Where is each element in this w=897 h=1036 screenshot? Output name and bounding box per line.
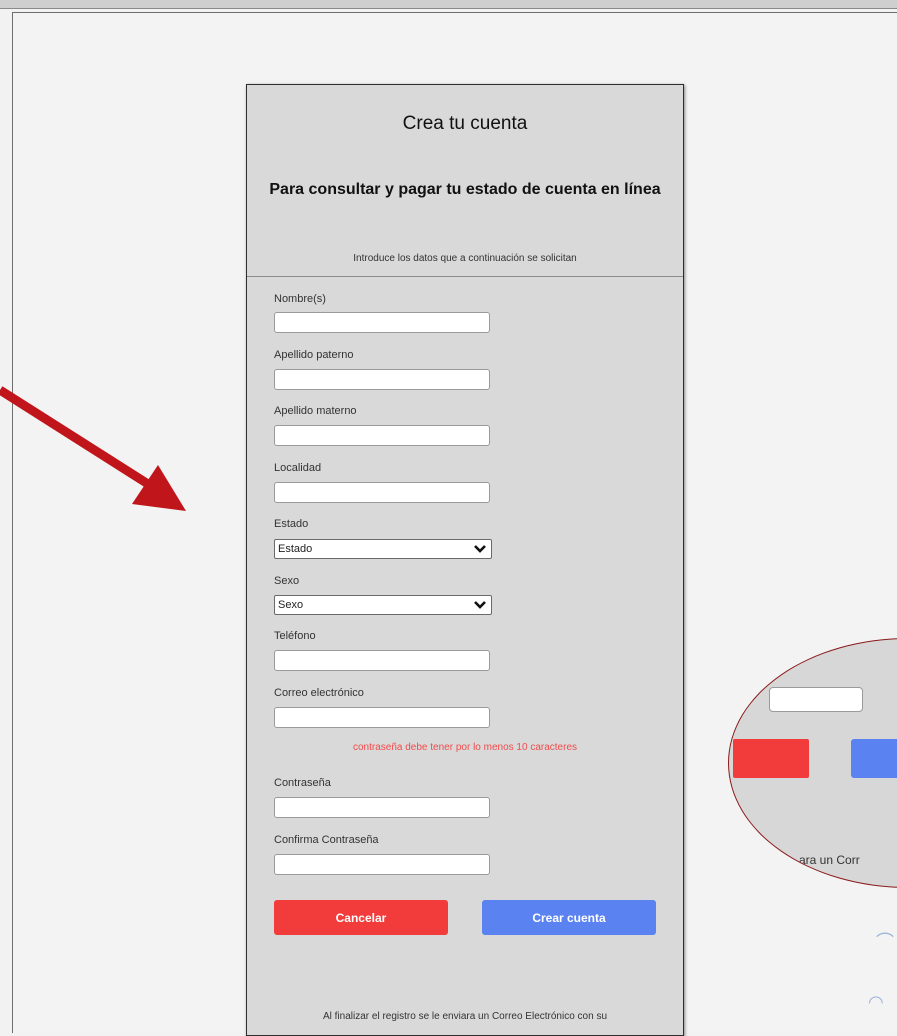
signup-card: Crea tu cuenta Para consultar y pagar tu… [246, 84, 684, 1036]
divider [247, 276, 683, 277]
browser-top-edge [0, 0, 897, 9]
first-name-label: Nombre(s) [274, 293, 326, 305]
state-select[interactable]: Estado [274, 539, 492, 559]
email-label: Correo electrónico [274, 687, 364, 699]
state-select-value: Estado [278, 543, 313, 555]
zoom-create-button [851, 739, 897, 778]
chevron-down-icon [474, 545, 486, 553]
password-input[interactable] [274, 797, 490, 818]
paternal-surname-label: Apellido paterno [274, 349, 354, 361]
zoom-cancel-button [733, 739, 809, 778]
phone-label: Teléfono [274, 630, 316, 642]
locality-input[interactable] [274, 482, 490, 503]
locality-label: Localidad [274, 462, 322, 474]
first-name-input[interactable] [274, 312, 490, 333]
sex-select-value: Sexo [278, 599, 304, 611]
maternal-surname-label: Apellido materno [274, 405, 357, 417]
zoom-callout: ara un Corr [728, 638, 897, 888]
password-label: Contraseña [274, 777, 331, 789]
chevron-down-icon [474, 601, 486, 609]
state-label: Estado [274, 518, 309, 530]
background-decoration-icon: ◠ [868, 992, 884, 1012]
zoom-input-field [769, 687, 863, 712]
create-account-button[interactable]: Crear cuenta [482, 900, 656, 935]
phone-input[interactable] [274, 650, 490, 671]
page-title: Crea tu cuenta [402, 113, 528, 134]
confirm-password-label: Confirma Contraseña [274, 834, 379, 846]
email-input[interactable] [274, 707, 490, 728]
annotation-arrow-icon [0, 386, 186, 511]
zoom-callout-circle: ara un Corr [728, 638, 897, 888]
footer-note: Al finalizar el registro se le enviara u… [322, 1011, 608, 1022]
sex-label: Sexo [274, 575, 300, 587]
confirm-password-input[interactable] [274, 854, 490, 875]
cancel-button[interactable]: Cancelar [274, 900, 448, 935]
sex-select[interactable]: Sexo [274, 595, 492, 615]
maternal-surname-input[interactable] [274, 425, 490, 446]
zoom-text: ara un Corr [799, 853, 860, 867]
card-subtitle: Para consultar y pagar tu estado de cuen… [269, 181, 661, 198]
paternal-surname-input[interactable] [274, 369, 490, 390]
password-requirement-note: contraseña debe tener por lo menos 10 ca… [352, 742, 578, 753]
background-decoration-icon: ⌒ [876, 932, 894, 952]
card-intro: Introduce los datos que a continuación s… [353, 253, 577, 264]
